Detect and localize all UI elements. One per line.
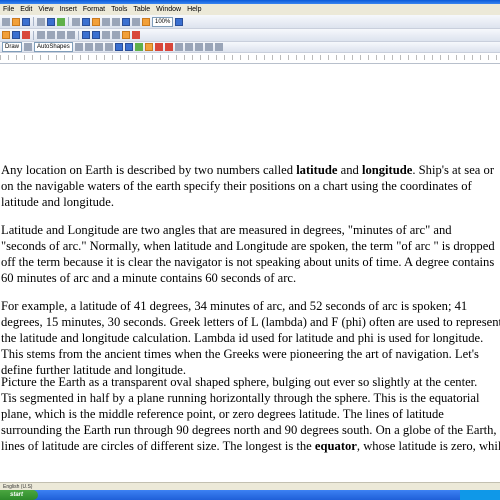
status-bar: English (U.S) [0,482,500,490]
menu-edit[interactable]: Edit [17,4,35,15]
columns-icon[interactable] [142,17,150,26]
increase-indent-icon[interactable] [112,31,120,39]
line-color-icon[interactable] [154,43,163,51]
print-preview-icon[interactable] [47,17,55,26]
text-line: latitude and longitude. [1,195,114,209]
draw-menu[interactable]: Draw [2,42,23,52]
numbering-icon[interactable] [82,31,90,39]
spelling-icon[interactable] [57,17,65,26]
italic-icon[interactable] [12,31,20,39]
text-line: This stems from the ancient times when t… [1,347,479,361]
text-line: Latitude and Longitude are two angles th… [1,223,452,237]
text-box-icon[interactable] [114,43,123,51]
print-icon[interactable] [37,17,45,26]
paste-icon[interactable] [92,17,100,26]
arrow-style-icon[interactable] [194,43,203,51]
menu-file[interactable]: File [0,4,17,15]
shadow-icon[interactable] [204,43,213,51]
align-center-icon[interactable] [47,31,55,39]
menu-format[interactable]: Format [80,4,108,15]
help-icon[interactable] [175,17,184,26]
select-objects-icon[interactable] [24,43,33,51]
table-icon[interactable] [132,17,140,26]
open-folder-icon[interactable] [12,17,20,26]
oval-icon[interactable] [104,43,113,51]
menu-help[interactable]: Help [184,4,204,15]
text-line: lines of latitude are circles of differe… [1,439,500,453]
status-language: English (U.S) [3,483,33,490]
font-color-icon[interactable] [132,31,140,39]
clip-art-icon[interactable] [134,43,143,51]
ruler-ticks [0,55,500,60]
formatting-toolbar [0,29,500,42]
underline-icon[interactable] [22,31,30,39]
text-line: on the navigable waters of the earth spe… [1,179,472,193]
zoom-select[interactable]: 100% [152,16,174,27]
line-style-icon[interactable] [174,43,183,51]
menu-window[interactable]: Window [153,4,184,15]
bold-icon[interactable] [2,31,10,39]
rectangle-icon[interactable] [94,43,103,51]
text-line: "seconds of arc." Normally, when latitud… [1,239,495,253]
3d-icon[interactable] [214,43,223,51]
paragraph-3: For example, a latitude of 41 degrees, 3… [1,298,500,378]
undo-icon[interactable] [102,17,110,26]
text-line: plane, which is the middle reference poi… [1,407,444,421]
dash-style-icon[interactable] [184,43,193,51]
hyperlink-icon[interactable] [122,17,130,26]
draw-font-color-icon[interactable] [164,43,173,51]
redo-icon[interactable] [112,17,120,26]
menu-view[interactable]: View [35,4,56,15]
toolbar-separator [78,30,79,40]
toolbar-separator [68,17,69,26]
line-icon[interactable] [74,43,83,51]
taskbar: start [0,490,500,500]
text-line: off the term because it is clear the nav… [1,255,495,269]
standard-toolbar: 100% [0,15,500,29]
align-right-icon[interactable] [57,31,65,39]
system-tray [460,490,500,500]
arrow-icon[interactable] [84,43,93,51]
copy-icon[interactable] [82,17,90,26]
menu-bar: File Edit View Insert Format Tools Table… [0,4,500,15]
align-left-icon[interactable] [37,31,45,39]
bullets-icon[interactable] [92,31,100,39]
text-line: Any location on Earth is described by tw… [1,163,495,177]
start-button[interactable]: start [0,490,38,500]
justify-icon[interactable] [67,31,75,39]
autoshapes-menu[interactable]: AutoShapes [34,42,73,52]
document-page[interactable]: Any location on Earth is described by tw… [0,64,500,482]
highlight-icon[interactable] [122,31,130,39]
wordart-icon[interactable] [124,43,133,51]
save-icon[interactable] [22,17,30,26]
text-line: surrounding the Earth run through 90 deg… [1,423,497,437]
text-line: degrees, 15 minutes, 30 seconds. Greek l… [1,315,500,329]
menu-table[interactable]: Table [130,4,153,15]
paragraph-4: Picture the Earth as a transparent oval … [1,374,500,454]
toolbar-separator [33,30,34,40]
menu-tools[interactable]: Tools [108,4,130,15]
text-line: the latitude and longitude calculation. … [1,331,484,345]
text-line: Picture the Earth as a transparent oval … [1,375,478,389]
cut-icon[interactable] [72,17,80,26]
paragraph-2: Latitude and Longitude are two angles th… [1,222,499,286]
fill-color-icon[interactable] [144,43,153,51]
horizontal-ruler[interactable] [0,53,500,64]
paragraph-1: Any location on Earth is described by tw… [1,162,499,210]
toolbar-separator [33,17,34,26]
text-line: 60 minutes of arc and a minute contains … [1,271,297,285]
text-line: For example, a latitude of 41 degrees, 3… [1,299,468,313]
text-line: Tis segmented in half by a plane running… [1,391,480,405]
decrease-indent-icon[interactable] [102,31,110,39]
drawing-toolbar: Draw AutoShapes [0,42,500,53]
menu-insert[interactable]: Insert [56,4,80,15]
new-document-icon[interactable] [2,17,10,26]
